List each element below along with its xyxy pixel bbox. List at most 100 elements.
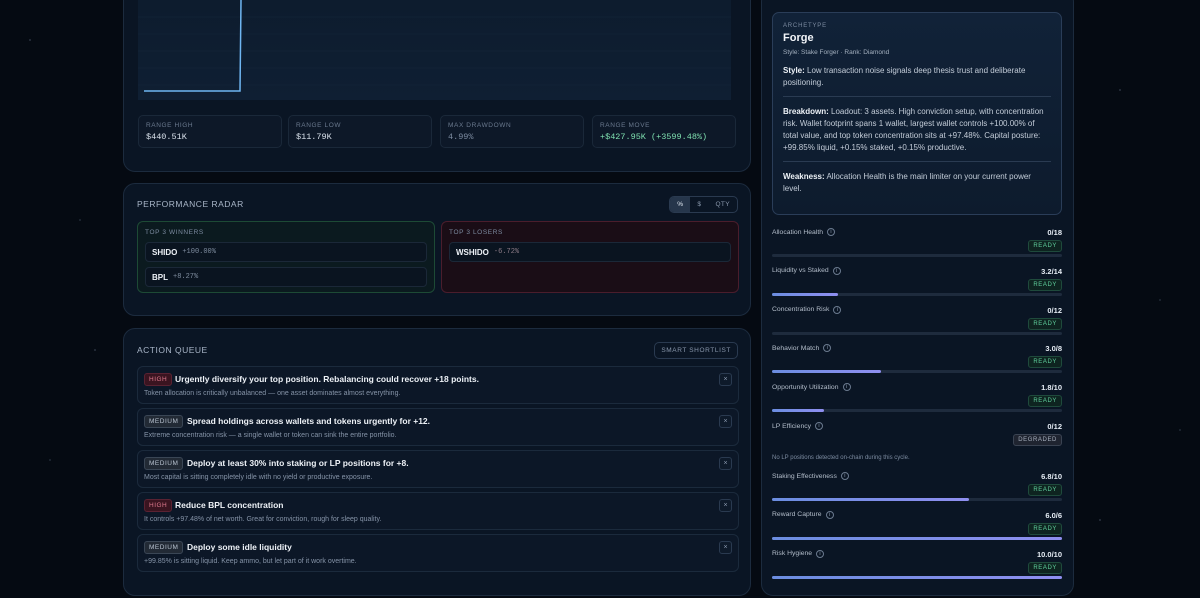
action-title: Reduce BPL concentration <box>175 500 284 510</box>
stat-value: +$427.95K (+3599.48%) <box>600 132 708 142</box>
losers-title: TOP 3 LOSERS <box>449 229 503 236</box>
metric-fill <box>772 292 839 296</box>
metric-value: 3.2/14 <box>1041 266 1062 276</box>
info-icon[interactable]: i <box>832 266 841 275</box>
chart-series-line <box>144 0 242 92</box>
portfolio-chart-svg <box>138 0 731 92</box>
style-label: Style: <box>783 66 805 75</box>
action-item[interactable]: MEDIUM Deploy at least 30% into staking o… <box>137 450 739 488</box>
metric-track <box>772 498 1062 501</box>
metric-track <box>772 292 1062 296</box>
archetype-name: Forge <box>783 32 814 44</box>
metric-track <box>772 409 1062 413</box>
unit-toggle: % $ QTY <box>669 196 738 213</box>
info-icon[interactable]: i <box>815 422 824 430</box>
toggle-qty[interactable]: QTY <box>708 197 737 212</box>
action-title: Deploy some idle liquidity <box>187 542 292 552</box>
metric-status-badge: READY <box>1028 561 1062 574</box>
metric-status-badge: READY <box>1028 278 1062 291</box>
dismiss-action-button[interactable]: × <box>719 541 732 554</box>
dismiss-action-button[interactable]: × <box>719 499 732 512</box>
metric-label: Opportunity Utilization <box>772 383 839 391</box>
metric-status-badge: READY <box>1028 484 1062 496</box>
info-icon[interactable]: i <box>823 344 832 353</box>
priority-badge: HIGH <box>144 373 173 386</box>
metric-label: LP Efficiency <box>772 422 812 430</box>
asset-symbol: SHIDO <box>152 247 178 257</box>
metric-value: 6.8/10 <box>1041 472 1062 481</box>
metric-track <box>772 536 1062 540</box>
metric-status-badge: READY <box>1028 522 1062 535</box>
stat-label: RANGE MOVE <box>600 122 651 129</box>
toggle-percent[interactable]: % <box>670 197 691 212</box>
asset-row[interactable]: BPL +8.27% <box>145 267 427 287</box>
toggle-dollar[interactable]: $ <box>690 197 708 212</box>
asset-row[interactable]: SHIDO +100.00% <box>145 242 427 262</box>
divider <box>783 96 1051 97</box>
info-icon[interactable]: i <box>842 383 851 392</box>
dismiss-action-button[interactable]: × <box>719 415 732 428</box>
action-item[interactable]: HIGH Reduce BPL concentration It controls … <box>137 492 739 530</box>
metric-note: No LP positions detected on-chain during… <box>772 455 910 461</box>
priority-badge: MEDIUM <box>144 457 184 470</box>
info-icon[interactable]: i <box>840 472 849 480</box>
asset-change: +8.27% <box>173 273 199 281</box>
metric-status-badge: READY <box>1028 395 1062 408</box>
priority-badge: MEDIUM <box>144 415 184 428</box>
action-description: +99.85% is sitting liquid. Keep ammo, bu… <box>144 558 357 565</box>
info-icon[interactable]: i <box>833 305 842 314</box>
metric-name: Liquidity vs Staked i <box>772 266 841 275</box>
metric-value: 0/12 <box>1047 305 1062 315</box>
action-item[interactable]: HIGH Urgently diversify your top position… <box>137 366 739 404</box>
info-icon[interactable]: i <box>816 549 825 558</box>
action-queue-card: ACTION QUEUE SMART SHORTLIST HIGH Urgentl… <box>123 328 751 596</box>
metric-fill <box>772 498 970 501</box>
action-description: Most capital is sitting completely idle … <box>144 474 373 481</box>
info-icon[interactable]: i <box>827 228 836 236</box>
metric-name: Allocation Health i <box>772 228 836 236</box>
breakdown-label: Breakdown: <box>783 107 829 116</box>
archetype-panel: ARCHETYPE Forge Style: Stake Forger · Ra… <box>772 12 1062 215</box>
priority-badge: HIGH <box>144 499 173 512</box>
stat-value: 4.99% <box>448 132 474 142</box>
asset-change: +100.00% <box>182 248 216 256</box>
metric-name: Concentration Risk i <box>772 305 842 314</box>
performance-radar-card: PERFORMANCE RADAR % $ QTY TOP 3 WINNERS … <box>123 183 751 316</box>
stat-label: MAX DRAWDOWN <box>448 122 512 129</box>
weakness-label: Weakness: <box>783 172 825 181</box>
asset-symbol: BPL <box>152 272 168 282</box>
action-description: Extreme concentration risk — a single wa… <box>144 432 397 439</box>
metric-label: Risk Hygiene <box>772 550 813 558</box>
stat-box: MAX DRAWDOWN 4.99% <box>440 115 584 148</box>
stat-box: RANGE LOW $11.79K <box>288 115 432 148</box>
metric-name: Risk Hygiene i <box>772 549 825 558</box>
metric-name: Behavior Match i <box>772 344 832 353</box>
metric-track <box>772 370 1062 374</box>
stat-label: RANGE HIGH <box>146 122 194 129</box>
metric-status-badge: READY <box>1028 240 1062 252</box>
metric-name: Staking Effectiveness i <box>772 472 849 480</box>
dismiss-action-button[interactable]: × <box>719 373 732 386</box>
radar-title: PERFORMANCE RADAR <box>137 199 244 209</box>
stat-value: $11.79K <box>296 132 332 142</box>
portfolio-chart[interactable] <box>138 0 731 100</box>
metric-track <box>772 331 1062 335</box>
action-item[interactable]: MEDIUM Spread holdings across wallets and… <box>137 408 739 446</box>
archetype-weakness: Weakness: Allocation Health is the main … <box>783 171 1051 195</box>
asset-symbol: WSHIDO <box>456 247 489 257</box>
asset-change: -6.72% <box>493 248 520 256</box>
metric-label: Concentration Risk <box>772 306 830 314</box>
divider <box>783 161 1051 162</box>
metric-value: 0/18 <box>1047 228 1062 237</box>
action-item[interactable]: MEDIUM Deploy some idle liquidity +99.85% … <box>137 534 739 572</box>
metric-value: 0/12 <box>1047 422 1062 431</box>
asset-row[interactable]: WSHIDO -6.72% <box>449 242 731 262</box>
smart-shortlist-button[interactable]: SMART SHORTLIST <box>654 342 738 359</box>
archetype-meta: Style: Stake Forger · Rank: Diamond <box>783 49 890 56</box>
dismiss-action-button[interactable]: × <box>719 457 732 470</box>
stat-box: RANGE HIGH $440.51K <box>138 115 282 148</box>
info-icon[interactable]: i <box>825 510 834 519</box>
metric-value: 1.8/10 <box>1041 383 1062 393</box>
action-title: Deploy at least 30% into staking or LP p… <box>187 458 409 468</box>
metric-value: 10.0/10 <box>1036 549 1062 559</box>
